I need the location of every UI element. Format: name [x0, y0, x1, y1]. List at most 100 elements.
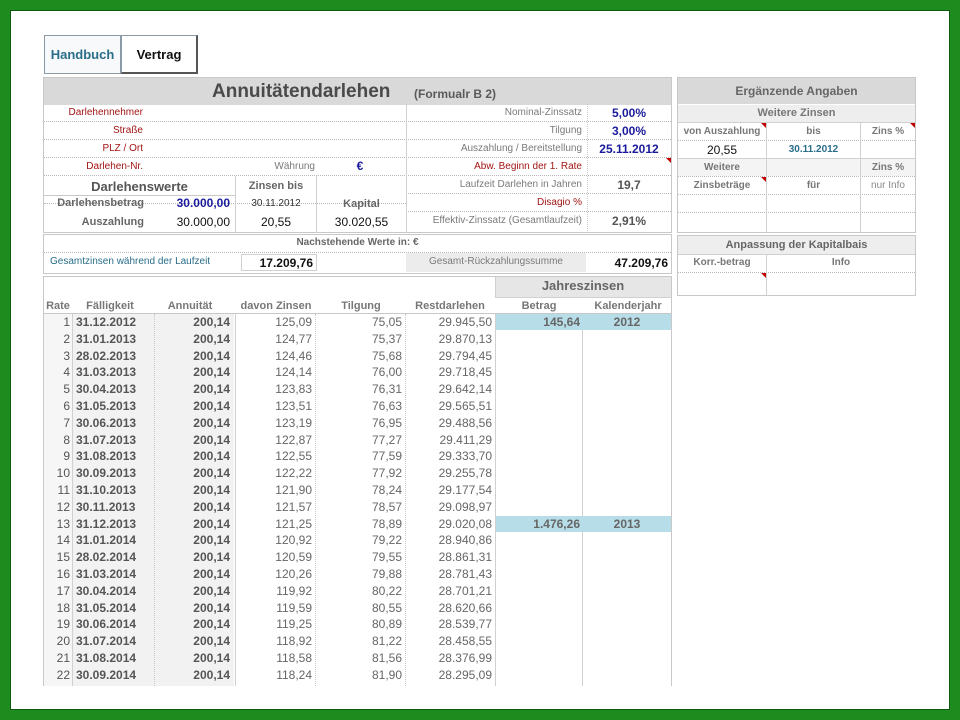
cell-rate: 7: [63, 415, 70, 430]
cell-tilgung: 81,22: [371, 634, 402, 649]
cell-tilgung: 79,88: [371, 567, 402, 581]
cell-jahr: [583, 381, 671, 398]
abw-beginn-input[interactable]: [588, 158, 671, 174]
cell-betrag: [496, 398, 580, 415]
cell-date: 31.03.2013: [76, 365, 137, 380]
cell-date: 31.12.2013: [76, 516, 137, 531]
bis-header: bis: [806, 126, 821, 137]
cell-tilgung: 76,63: [371, 399, 402, 413]
tilgung-value[interactable]: 3,00%: [590, 123, 668, 139]
cell-rate: 10: [56, 466, 70, 481]
cell-tilgung: 78,89: [371, 516, 402, 531]
cell-rest: 28.861,31: [438, 550, 492, 565]
cell-annuitaet: 200,14: [193, 315, 230, 329]
col-betrag: Betrag: [521, 300, 557, 312]
cell-jahr: [583, 432, 671, 449]
waehrung-value[interactable]: €: [340, 158, 380, 174]
cell-jahr: [583, 482, 671, 499]
col-zinsen: davon Zinsen: [240, 300, 312, 312]
cell-annuitaet: 200,14: [193, 600, 230, 615]
cell-date: 30.04.2013: [76, 382, 137, 397]
cell-annuitaet: 200,14: [193, 516, 230, 531]
cell-rest: 28.539,77: [438, 617, 492, 632]
cell-rest: 28.295,09: [438, 667, 492, 682]
strasse-input[interactable]: [147, 122, 406, 138]
darlehensbetrag-value[interactable]: 30.000,00: [150, 195, 230, 211]
disagio-input[interactable]: [588, 194, 671, 210]
jahreszinsen-header: Jahreszinsen: [541, 278, 625, 293]
darlehen-nr-input[interactable]: [147, 158, 235, 174]
cell-betrag: 145,64: [543, 315, 580, 329]
cell-date: 31.01.2013: [76, 331, 137, 346]
cell-zinsen: 119,25: [276, 617, 312, 632]
tab-vertrag[interactable]: Vertrag: [121, 35, 198, 74]
label-nominal-zinssatz: Nominal-Zinssatz: [504, 107, 582, 118]
cell-zinsen: 121,25: [275, 516, 312, 531]
cell-jahr: [583, 465, 671, 482]
label-waehrung: Währung: [274, 161, 315, 172]
cell-tilgung: 81,56: [371, 651, 402, 665]
cell-tilgung: 80,22: [371, 583, 402, 598]
cell-betrag: [496, 616, 580, 633]
cell-zinsen: 124,77: [275, 331, 312, 346]
cell-rate: 1: [63, 315, 70, 329]
cell-jahr: [583, 331, 671, 348]
cell-betrag: [496, 499, 580, 516]
nominal-zinssatz-value[interactable]: 5,00%: [590, 105, 668, 121]
table-row: 6 31.05.2013 200,14 123,51 76,63 29.565,51: [44, 398, 671, 415]
cell-jahr: [583, 448, 671, 465]
zins-pct2-header: Zins %: [871, 162, 905, 173]
zinsbetrag-fuer-input-1[interactable]: [767, 195, 860, 212]
zinsbetrag-input-1[interactable]: [678, 195, 766, 212]
cell-tilgung: 75,05: [371, 315, 402, 329]
korr-betrag-input[interactable]: [678, 273, 766, 295]
cell-zinsen: 124,14: [275, 365, 312, 380]
info-input[interactable]: [767, 273, 915, 295]
label-darlehennehmer: Darlehennehmer: [68, 107, 144, 118]
cell-date: 28.02.2013: [76, 348, 137, 363]
table-row: 18 31.05.2014 200,14 119,59 80,55 28.620,66: [44, 600, 671, 617]
zinsbetrag-fuer-input-2[interactable]: [767, 213, 860, 230]
tab-handbuch[interactable]: Handbuch: [44, 35, 121, 74]
table-row: 17 30.04.2014 200,14 119,92 80,22 28.701,21: [44, 583, 671, 600]
cell-tilgung: 81,90: [371, 667, 402, 682]
cell-zinsen: 124,46: [275, 348, 312, 363]
cell-jahr: [583, 600, 671, 617]
zinsbetrag-input-2[interactable]: [678, 213, 766, 230]
label-gesamtzinsen: Gesamtzinsen während der Laufzeit: [50, 256, 211, 267]
darlehennehmer-input[interactable]: [147, 104, 406, 120]
cell-jahr: [583, 566, 671, 583]
cell-betrag: [496, 667, 580, 684]
cell-betrag: [496, 465, 580, 482]
label-tilgung: Tilgung: [549, 125, 582, 136]
cell-annuitaet: 200,14: [193, 550, 230, 565]
table-row: 12 30.11.2013 200,14 121,57 78,57 29.098,97: [44, 499, 671, 516]
info-header: Info: [831, 257, 851, 268]
auszahlung-date-value[interactable]: 25.11.2012: [590, 141, 668, 157]
cell-rest: 29.565,51: [438, 399, 492, 413]
cell-jahr: [583, 348, 671, 365]
table-row: 5 30.04.2013 200,14 123,83 76,31 29.642,14: [44, 381, 671, 398]
cell-annuitaet: 200,14: [193, 567, 230, 581]
cell-betrag: [496, 583, 580, 600]
cell-rest: 28.458,55: [438, 634, 492, 649]
schedule-table: 1 31.12.2012 200,14 125,09 75,05 29.945,50 145…: [43, 314, 672, 686]
cell-zinsen: 118,92: [276, 634, 312, 649]
table-row: 13 31.12.2013 200,14 121,25 78,89 29.020,08 1.…: [44, 515, 671, 533]
darlehenswerte-header: Darlehenswerte: [91, 179, 188, 194]
zins-pct-input[interactable]: [861, 141, 915, 158]
cell-tilgung: 75,37: [371, 331, 402, 346]
cell-date: 31.12.2012: [76, 315, 137, 329]
plz-ort-input[interactable]: [147, 140, 406, 156]
cell-zinsen: 120,59: [275, 550, 312, 565]
cell-annuitaet: 200,14: [193, 583, 230, 598]
effektiv-zinssatz-value: 2,91%: [611, 214, 647, 228]
cell-rate: 19: [56, 617, 70, 632]
cell-jahr: [583, 549, 671, 566]
cell-rate: 16: [56, 567, 70, 581]
cell-annuitaet: 200,14: [193, 499, 230, 514]
cell-rate: 12: [56, 499, 70, 514]
cell-rate: 8: [63, 432, 70, 447]
zinsen-bis-header: Zinsen bis: [248, 180, 304, 192]
cell-rest: 29.098,97: [438, 499, 492, 514]
